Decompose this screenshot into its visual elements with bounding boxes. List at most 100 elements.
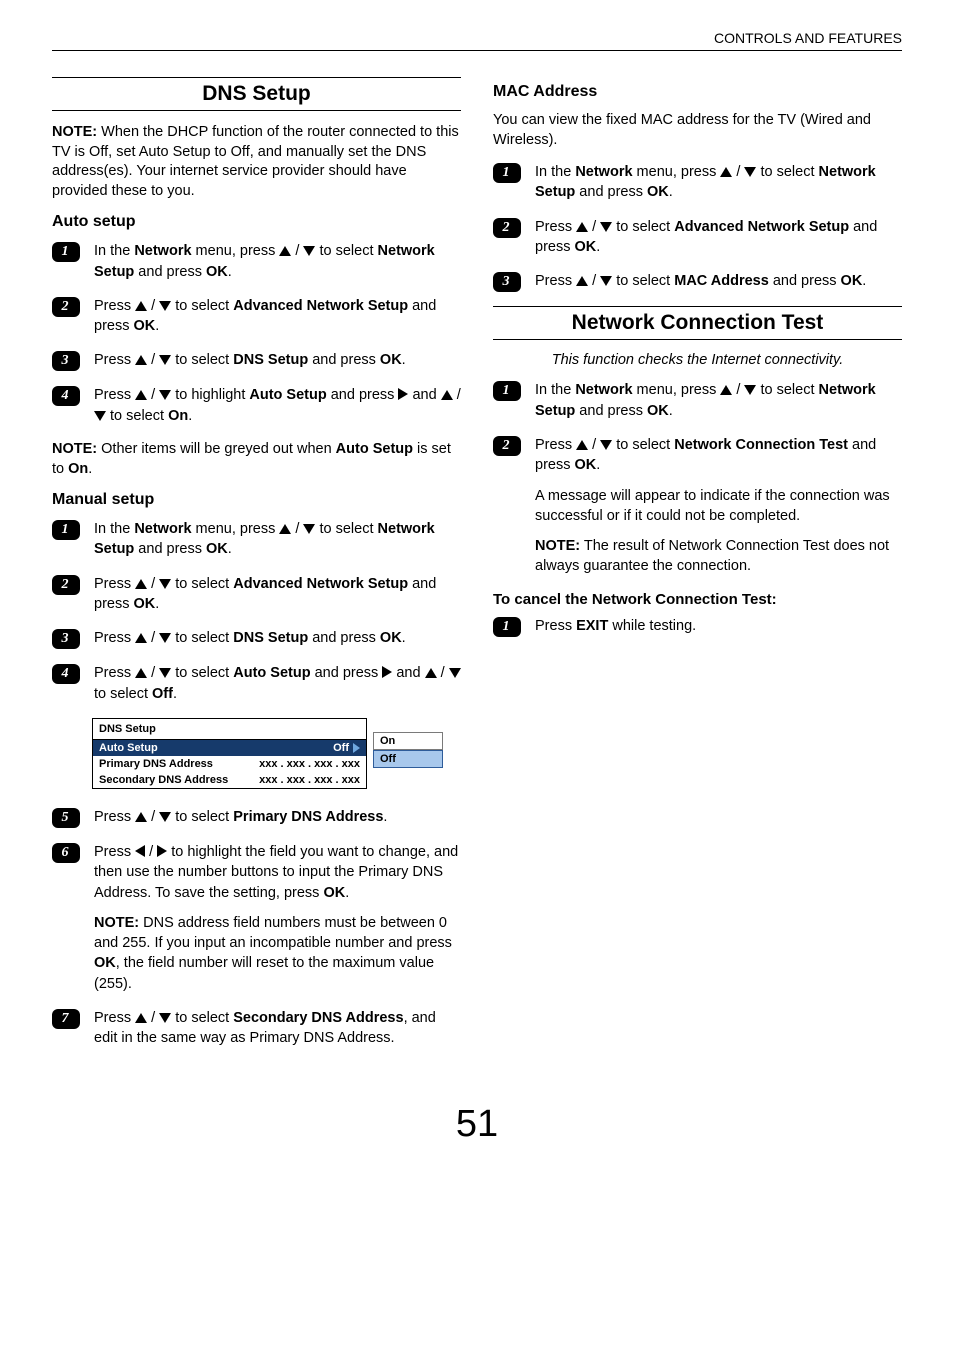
manual-setup-heading: Manual setup: [52, 491, 461, 509]
manual-step-3: 3 Press / to select DNS Setup and press …: [52, 628, 461, 649]
nct-step-1: 1 In the Network menu, press / to select…: [493, 380, 902, 421]
step-number-icon: 1: [52, 520, 80, 540]
dns-table-title: DNS Setup: [93, 719, 366, 740]
step-number-icon: 2: [493, 218, 521, 238]
step-text: Press / to select Advanced Network Setup…: [535, 217, 902, 258]
step-number-icon: 2: [493, 436, 521, 456]
step-text: In the Network menu, press / to select N…: [94, 519, 461, 560]
up-arrow-icon: [135, 812, 147, 822]
content-columns: DNS Setup NOTE: When the DHCP function o…: [52, 71, 902, 1063]
step-text: Press / to highlight Auto Setup and pres…: [94, 385, 461, 426]
step-text: Press / to select DNS Setup and press OK…: [94, 350, 406, 370]
up-arrow-icon: [720, 385, 732, 395]
step-text: Press / to select Advanced Network Setup…: [94, 574, 461, 615]
step-number-icon: 3: [493, 272, 521, 292]
note-text: When the DHCP function of the router con…: [52, 124, 459, 199]
up-arrow-icon: [135, 355, 147, 365]
down-arrow-icon: [159, 355, 171, 365]
step-text: Press / to select Network Connection Tes…: [535, 435, 902, 577]
down-arrow-icon: [159, 633, 171, 643]
right-arrow-icon: [157, 845, 167, 857]
step-number-icon: 7: [52, 1009, 80, 1029]
manual-step-4: 4 Press / to select Auto Setup and press…: [52, 663, 461, 704]
step-text: Press / to select Advanced Network Setup…: [94, 296, 461, 337]
nct-step-2: 2 Press / to select Network Connection T…: [493, 435, 902, 577]
mac-step-3: 3 Press / to select MAC Address and pres…: [493, 271, 902, 292]
down-arrow-icon: [159, 390, 171, 400]
down-arrow-icon: [744, 167, 756, 177]
step-number-icon: 1: [493, 617, 521, 637]
mac-address-heading: MAC Address: [493, 83, 902, 101]
right-arrow-icon: [382, 666, 392, 678]
step-text: Press / to select Secondary DNS Address,…: [94, 1008, 461, 1049]
down-arrow-icon: [159, 579, 171, 589]
step-number-icon: 2: [52, 297, 80, 317]
step-number-icon: 2: [52, 575, 80, 595]
down-arrow-icon: [600, 440, 612, 450]
mac-step-2: 2 Press / to select Advanced Network Set…: [493, 217, 902, 258]
up-arrow-icon: [279, 524, 291, 534]
down-arrow-icon: [159, 812, 171, 822]
auto-step-3: 3 Press / to select DNS Setup and press …: [52, 350, 461, 371]
dns-note-1: NOTE: When the DHCP function of the rout…: [52, 123, 461, 201]
up-arrow-icon: [135, 668, 147, 678]
mac-intro: You can view the fixed MAC address for t…: [493, 111, 902, 150]
nct-message: A message will appear to indicate if the…: [535, 486, 902, 527]
right-column: MAC Address You can view the fixed MAC a…: [493, 71, 902, 1063]
up-arrow-icon: [279, 246, 291, 256]
step-number-icon: 4: [52, 664, 80, 684]
step-number-icon: 1: [52, 242, 80, 262]
down-arrow-icon: [600, 222, 612, 232]
up-arrow-icon: [135, 1013, 147, 1023]
step-number-icon: 4: [52, 386, 80, 406]
step-number-icon: 3: [52, 351, 80, 371]
manual-step-2: 2 Press / to select Advanced Network Set…: [52, 574, 461, 615]
down-arrow-icon: [303, 246, 315, 256]
mac-step-1: 1 In the Network menu, press / to select…: [493, 162, 902, 203]
auto-step-4: 4 Press / to highlight Auto Setup and pr…: [52, 385, 461, 426]
step-text: Press / to select MAC Address and press …: [535, 271, 866, 291]
up-arrow-icon: [441, 390, 453, 400]
down-arrow-icon: [159, 1013, 171, 1023]
up-arrow-icon: [135, 633, 147, 643]
step-number-icon: 6: [52, 843, 80, 863]
up-arrow-icon: [135, 579, 147, 589]
dns-option-off: Off: [373, 750, 443, 768]
down-arrow-icon: [449, 668, 461, 678]
page-number: 51: [52, 1103, 902, 1146]
nct-intro: This function checks the Internet connec…: [493, 352, 902, 368]
up-arrow-icon: [425, 668, 437, 678]
nct-title: Network Connection Test: [493, 306, 902, 340]
auto-step-1: 1 In the Network menu, press / to select…: [52, 241, 461, 282]
running-header: CONTROLS AND FEATURES: [52, 30, 902, 51]
note-label: NOTE:: [535, 538, 580, 554]
dns-note-2: NOTE: Other items will be greyed out whe…: [52, 440, 461, 479]
right-arrow-icon: [398, 388, 408, 400]
up-arrow-icon: [720, 167, 732, 177]
step-text: In the Network menu, press / to select N…: [94, 241, 461, 282]
step-text: Press / to select DNS Setup and press OK…: [94, 628, 406, 648]
auto-step-2: 2 Press / to select Advanced Network Set…: [52, 296, 461, 337]
up-arrow-icon: [576, 440, 588, 450]
left-column: DNS Setup NOTE: When the DHCP function o…: [52, 71, 461, 1063]
step-number-icon: 1: [493, 381, 521, 401]
note-label: NOTE:: [94, 915, 139, 931]
down-arrow-icon: [159, 301, 171, 311]
step-number-icon: 5: [52, 808, 80, 828]
down-arrow-icon: [600, 276, 612, 286]
dns-option-on: On: [373, 732, 443, 750]
step-text: Press / to select Auto Setup and press a…: [94, 663, 461, 704]
manual-step-1: 1 In the Network menu, press / to select…: [52, 519, 461, 560]
down-arrow-icon: [303, 524, 315, 534]
left-arrow-icon: [135, 845, 145, 857]
dns-setup-title: DNS Setup: [52, 77, 461, 111]
note-label: NOTE:: [52, 441, 97, 457]
cancel-heading: To cancel the Network Connection Test:: [493, 591, 902, 608]
dns-setup-table: DNS Setup Auto Setup Off Primary DNS Add…: [92, 718, 367, 789]
manual-step-6: 6 Press / to highlight the field you wan…: [52, 842, 461, 994]
note-text: The result of Network Connection Test do…: [535, 538, 889, 574]
step-text: In the Network menu, press / to select N…: [535, 380, 902, 421]
down-arrow-icon: [94, 411, 106, 421]
step-text: In the Network menu, press / to select N…: [535, 162, 902, 203]
note-label: NOTE:: [52, 124, 97, 140]
